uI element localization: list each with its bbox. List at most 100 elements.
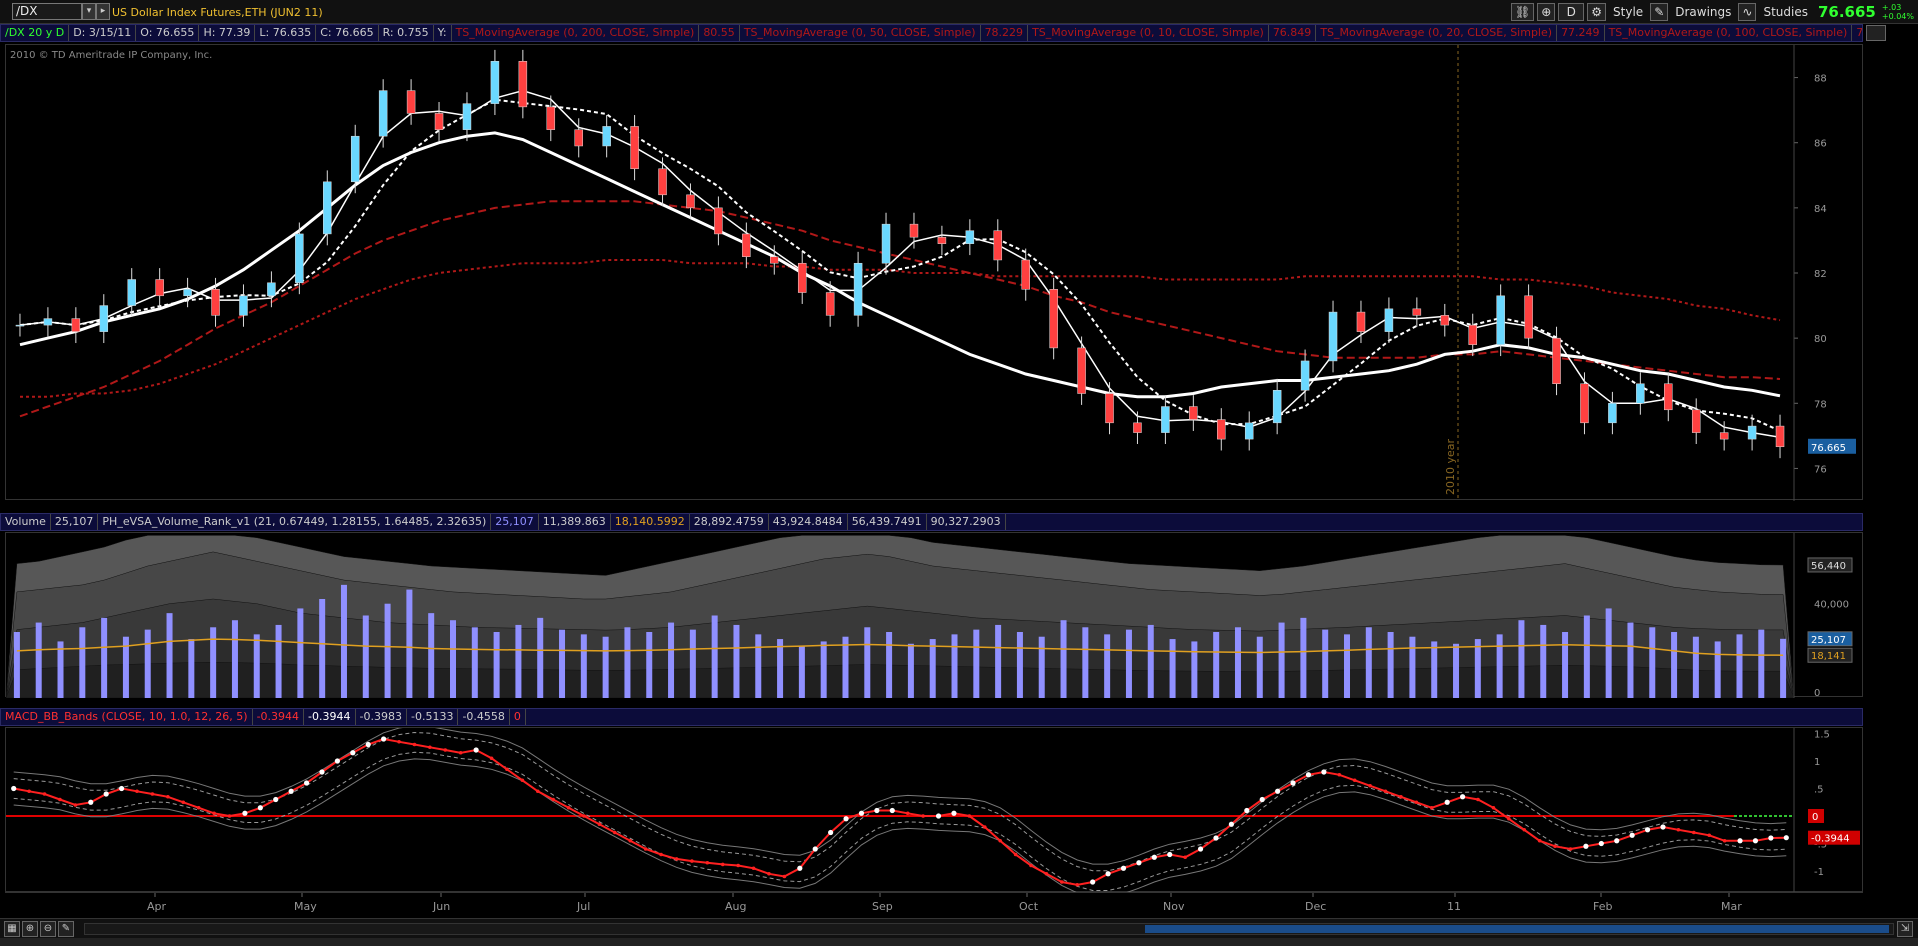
price-tick-label: 80	[1814, 334, 1827, 345]
volume-bar	[1583, 615, 1590, 698]
instrument-title: US Dollar Index Futures,ETH (JUN2 11)	[112, 6, 323, 19]
study-ma10-label[interactable]: TS_MovingAverage (0, 10, CLOSE, Simple)	[1028, 25, 1269, 41]
price-tick-label: 82	[1814, 269, 1827, 280]
volume-bar	[537, 617, 544, 698]
study-ma200-label[interactable]: TS_MovingAverage (0, 200, CLOSE, Simple)	[452, 25, 700, 41]
macd-dot	[1522, 827, 1527, 832]
style-menu[interactable]: Style	[1609, 5, 1647, 19]
period-button[interactable]: D	[1558, 3, 1585, 21]
study-ma100-label[interactable]: TS_MovingAverage (0, 100, CLOSE, Simple)	[1605, 25, 1853, 41]
last-price: 76.665	[1817, 3, 1876, 21]
volume-bar	[580, 634, 587, 698]
volume-label[interactable]: Volume	[1, 514, 51, 530]
macd-dot	[1460, 794, 1466, 800]
candle-body	[1552, 337, 1561, 384]
candle-body	[1664, 383, 1673, 411]
scrollbar-thumb[interactable]	[1145, 925, 1889, 933]
volume-bar	[602, 636, 609, 698]
volume-bar	[907, 643, 914, 698]
drawings-menu[interactable]: Drawings	[1671, 5, 1735, 19]
macd-dot	[428, 745, 432, 750]
volume-bar	[1104, 634, 1111, 698]
candle-body	[1272, 390, 1282, 424]
candle-body	[71, 318, 81, 332]
study-ma20-label[interactable]: TS_MovingAverage (0, 20, CLOSE, Simple)	[1316, 25, 1558, 41]
macd-dot	[1090, 879, 1096, 885]
evsa-study-label[interactable]: PH_eVSA_Volume_Rank_v1 (21, 0.67449, 1.2…	[98, 514, 492, 530]
candle-body	[490, 61, 500, 104]
macd-tick-label: .5	[1814, 785, 1824, 796]
macd-tick-label: 1	[1814, 757, 1820, 768]
macd-tick-label: 1.5	[1814, 730, 1830, 741]
ma-200-line	[20, 259, 1781, 398]
volume-bar	[188, 639, 195, 698]
macd-dot	[196, 805, 201, 810]
studies-icon[interactable]: ∿	[1738, 3, 1757, 21]
macd-dot	[535, 789, 540, 794]
link-icon[interactable]: ⛓	[1510, 3, 1535, 21]
volume-bar	[864, 627, 871, 698]
macd-dot	[303, 780, 310, 786]
expand-icon[interactable]: ⇲	[1897, 921, 1913, 937]
candle-body	[1775, 425, 1785, 448]
symbol-dropdown-button[interactable]: ▾	[82, 3, 96, 20]
macd-dot	[119, 785, 125, 792]
macd-value-6: 0	[510, 709, 526, 725]
style-icon[interactable]: ⚙	[1587, 3, 1607, 21]
volume-bar	[1758, 629, 1765, 698]
macd-dot	[1414, 800, 1419, 805]
volume-bar	[1300, 617, 1307, 698]
macd-band-line	[13, 725, 1787, 865]
macd-dot	[1259, 796, 1265, 803]
volume-bar	[973, 629, 980, 698]
volume-bar	[406, 589, 413, 698]
zoom-in-icon[interactable]: ⊕	[22, 921, 38, 937]
chart-settings-icon[interactable]	[1866, 25, 1886, 41]
macd-dot	[27, 789, 31, 794]
status-strip	[0, 938, 1918, 946]
volume-bar	[1453, 643, 1460, 698]
symbol-lookup-button[interactable]: ▸	[96, 3, 110, 20]
candle-body	[518, 61, 528, 108]
macd-dot	[1614, 838, 1620, 844]
study-ma50-label[interactable]: TS_MovingAverage (0, 50, CLOSE, Simple)	[740, 25, 981, 41]
macd-dot	[982, 825, 987, 829]
macd-value-3: -0.3983	[356, 709, 407, 725]
pen-icon[interactable]: ✎	[58, 921, 74, 937]
macd-dot	[1660, 824, 1666, 830]
candle-body	[686, 194, 695, 209]
zoom-out-icon[interactable]: ⊖	[40, 921, 56, 937]
macd-dot	[566, 805, 571, 810]
time-tick-label: Apr	[147, 900, 167, 913]
candle-body	[574, 129, 583, 147]
macd-dot	[1568, 847, 1573, 851]
macd-dot	[397, 739, 401, 744]
macd-dot	[1629, 832, 1635, 838]
macd-dot	[1399, 794, 1403, 799]
period-label[interactable]: /DX 20 y D	[1, 25, 70, 41]
symbol-input[interactable]: /DX	[12, 3, 82, 20]
volume-bar	[1169, 639, 1176, 698]
macd-band-line	[13, 751, 1787, 891]
macd-dot	[1075, 882, 1080, 887]
volume-bar	[1671, 632, 1678, 698]
time-axis-svg: Apr May Jun Jul Aug Sep Oct Nov Dec 11 Feb Mar	[147, 893, 1742, 913]
drawings-icon[interactable]: ✎	[1650, 3, 1669, 21]
macd-study-label[interactable]: MACD_BB_Bands (CLOSE, 10, 1.0, 12, 26, 5…	[1, 709, 253, 725]
zoom-icon[interactable]: ⊕	[1537, 3, 1556, 21]
volume-band	[5, 661, 1795, 699]
grid-icon[interactable]: ▦	[4, 921, 20, 937]
macd-dot	[1676, 827, 1681, 832]
candle-body	[43, 318, 53, 326]
time-tick-label: Feb	[1593, 900, 1612, 913]
macd-dot	[1537, 838, 1542, 843]
volume-value: 25,107	[51, 514, 99, 530]
change-points: +.03	[1881, 3, 1902, 12]
volume-bar	[886, 632, 893, 698]
volume-badge-text: 56,440	[1811, 561, 1846, 572]
chart-scrollbar[interactable]	[84, 923, 1894, 935]
macd-dot	[150, 792, 155, 796]
macd-dot	[365, 741, 371, 748]
studies-menu[interactable]: Studies	[1759, 5, 1812, 19]
candle-body	[937, 236, 947, 244]
